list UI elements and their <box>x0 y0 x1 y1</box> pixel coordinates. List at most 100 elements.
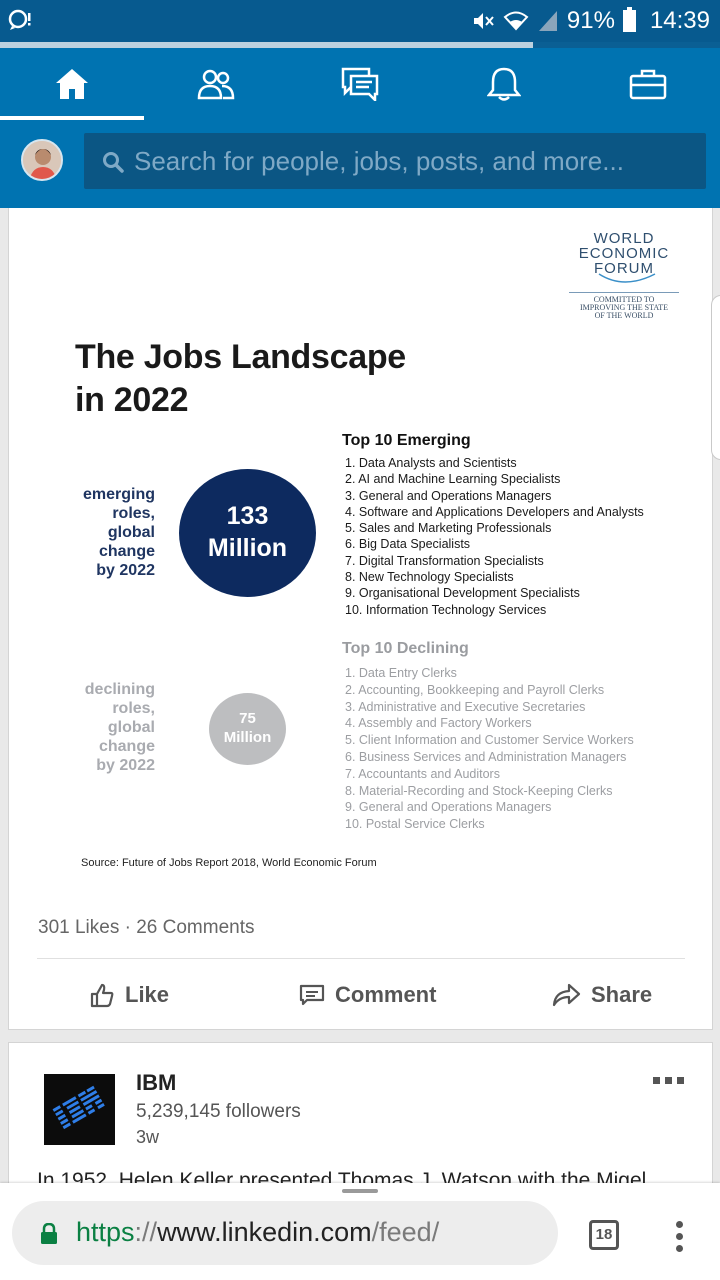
browser-menu-button[interactable] <box>676 1221 683 1252</box>
thumbs-up-icon <box>90 983 114 1008</box>
company-logo[interactable] <box>44 1074 115 1145</box>
home-icon <box>56 69 88 99</box>
nav-home[interactable] <box>0 48 144 120</box>
list-item: 3. General and Operations Managers <box>345 488 552 503</box>
people-icon <box>197 69 235 100</box>
mute-icon <box>473 13 494 29</box>
dot-icon <box>653 1077 660 1084</box>
comment-icon <box>299 984 325 1006</box>
emerging-label: emerging roles, global change by 2022 <box>65 485 155 580</box>
nav-messaging[interactable] <box>288 48 432 120</box>
emerging-list-title: Top 10 Emerging <box>342 432 471 449</box>
url-scheme: https <box>76 1217 135 1247</box>
follower-count: 5,239,145 followers <box>136 1101 301 1122</box>
status-icons: 91% 14:39 <box>471 6 710 36</box>
list-item: 7. Accountants and Auditors <box>345 766 500 781</box>
list-item: 10. Postal Service Clerks <box>345 817 485 832</box>
like-button[interactable]: Like <box>89 978 169 1012</box>
battery-percent: 91% <box>566 7 615 34</box>
list-item: 2. Accounting, Bookkeeping and Payroll C… <box>345 682 605 697</box>
label-line: change <box>98 543 155 560</box>
top-nav <box>0 48 720 120</box>
social-counts[interactable]: 301 Likes · 26 Comments <box>38 917 255 939</box>
bell-icon <box>487 67 521 101</box>
emerging-unit: Million <box>207 534 288 562</box>
list-item: 1. Data Entry Clerks <box>345 666 457 680</box>
drag-handle[interactable] <box>342 1189 378 1193</box>
profile-photo <box>23 141 61 179</box>
declining-list: 1. Data Entry Clerks 2. Accounting, Book… <box>345 665 634 833</box>
list-item: 4. Software and Applications Developers … <box>345 504 644 519</box>
comment-label: Comment <box>335 982 437 1007</box>
list-item: 8. Material-Recording and Stock-Keeping … <box>345 783 613 798</box>
avatar[interactable] <box>21 139 63 181</box>
browser-toolbar: https://www.linkedin.com/feed/ 18 <box>0 1183 720 1280</box>
title-line: in 2022 <box>75 381 189 419</box>
share-button[interactable]: Share <box>551 978 652 1012</box>
lock-icon <box>41 1223 57 1244</box>
side-scroll-handle[interactable] <box>711 295 720 460</box>
divider <box>569 292 679 293</box>
list-item: 3. Administrative and Executive Secretar… <box>345 699 586 714</box>
title-line: The Jobs Landscape <box>75 338 406 376</box>
list-item: 2. AI and Machine Learning Specialists <box>345 472 561 487</box>
declining-list-title: Top 10 Declining <box>342 640 469 657</box>
label-line: emerging <box>82 486 155 503</box>
status-bar: 91% 14:39 <box>0 0 720 42</box>
comment-button[interactable]: Comment <box>299 978 436 1012</box>
wef-name-line: ECONOMIC <box>578 245 670 262</box>
search-placeholder: Search for people, jobs, posts, and more… <box>134 146 624 176</box>
nav-jobs[interactable] <box>576 48 720 120</box>
emerging-value-circle: 133 Million <box>179 469 316 597</box>
list-item: 1. Data Analysts and Scientists <box>345 456 517 470</box>
dot-icon <box>676 1245 683 1252</box>
wef-tagline: OF THE WORLD <box>594 311 654 320</box>
company-name[interactable]: IBM <box>136 1070 176 1096</box>
feed-post-card: WORLD ECONOMIC FORUM COMMITTED TO IMPROV… <box>8 208 713 1030</box>
label-line: change <box>98 738 155 755</box>
share-icon <box>552 983 581 1007</box>
post-image[interactable]: WORLD ECONOMIC FORUM COMMITTED TO IMPROV… <box>9 208 714 888</box>
search-icon <box>103 152 124 173</box>
list-item: 5. Client Information and Customer Servi… <box>345 733 634 748</box>
dot-icon <box>665 1077 672 1084</box>
signal-icon <box>538 11 557 31</box>
battery-icon <box>622 7 636 32</box>
like-label: Like <box>125 982 170 1007</box>
nav-notifications[interactable] <box>432 48 576 120</box>
url-text: https://www.linkedin.com/feed/ <box>76 1217 439 1248</box>
url-separator: :// <box>134 1217 158 1247</box>
declining-label: declining roles, global change by 2022 <box>65 680 155 775</box>
nav-my-network[interactable] <box>144 48 288 120</box>
dot-icon <box>677 1077 684 1084</box>
label-line: global <box>107 524 155 541</box>
emerging-value: 133 <box>226 502 269 530</box>
url-host: www.linkedin.com <box>157 1217 372 1247</box>
url-path: /feed/ <box>371 1217 440 1247</box>
divider <box>37 958 685 959</box>
tab-switcher-button[interactable]: 18 <box>589 1220 619 1250</box>
declining-value-circle: 75 Million <box>209 693 286 765</box>
declining-value: 75 <box>239 710 256 727</box>
wef-logo: WORLD ECONOMIC FORUM COMMITTED TO IMPROV… <box>569 231 679 320</box>
clock: 14:39 <box>649 7 710 34</box>
list-item: 8. New Technology Specialists <box>345 570 514 585</box>
list-item: 4. Assembly and Factory Workers <box>345 716 532 731</box>
emerging-list: 1. Data Analysts and Scientists 2. AI an… <box>345 455 644 618</box>
briefcase-icon <box>629 69 667 100</box>
screen: 91% 14:39 Search for people, jobs, posts… <box>0 0 720 1280</box>
list-item: 9. General and Operations Managers <box>345 800 552 815</box>
search-input[interactable]: Search for people, jobs, posts, and more… <box>84 133 706 189</box>
post-timestamp: 3w <box>136 1127 160 1147</box>
label-line: by 2022 <box>96 562 155 579</box>
dot-icon <box>676 1233 683 1240</box>
list-item: 7. Digital Transformation Specialists <box>345 553 544 568</box>
url-bar[interactable]: https://www.linkedin.com/feed/ <box>12 1201 558 1265</box>
more-options-button[interactable] <box>653 1077 684 1084</box>
ibm-logo-icon <box>52 1085 105 1130</box>
wef-name-line: WORLD <box>593 230 655 247</box>
share-label: Share <box>591 982 653 1007</box>
label-line: global <box>107 719 155 736</box>
label-line: roles, <box>112 505 155 522</box>
list-item: 9. Organisational Development Specialist… <box>345 586 580 601</box>
